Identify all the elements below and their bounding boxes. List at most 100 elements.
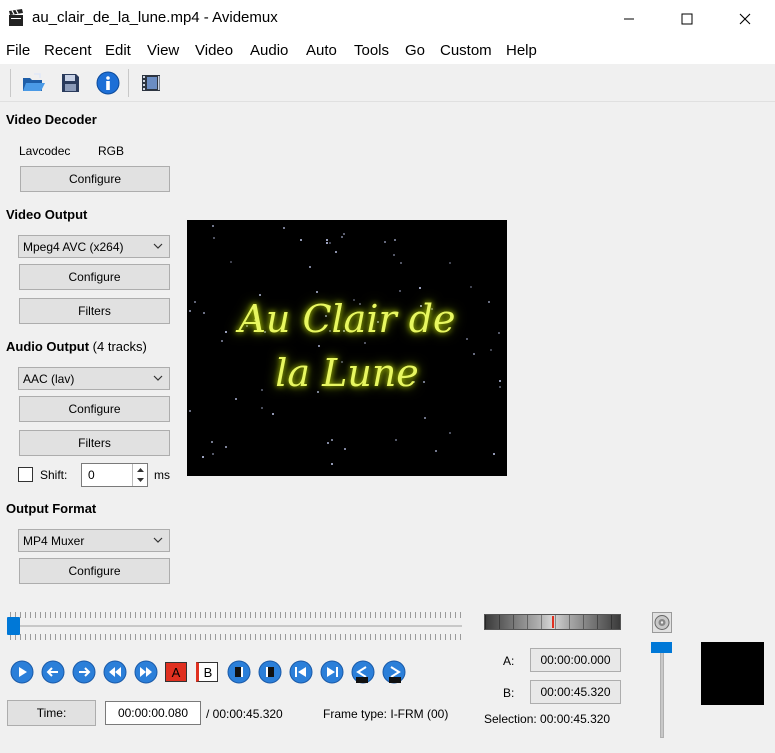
menu-audio[interactable]: Audio xyxy=(250,42,288,59)
toolbar-separator xyxy=(128,69,129,97)
next-frame-button[interactable] xyxy=(72,660,96,684)
save-button[interactable] xyxy=(56,70,84,96)
save-icon xyxy=(62,74,79,92)
info-button[interactable] xyxy=(94,70,122,96)
menu-help[interactable]: Help xyxy=(506,42,537,59)
video-filters-button[interactable]: Filters xyxy=(19,298,170,324)
clapperboard-icon xyxy=(8,9,24,27)
output-format-select[interactable]: MP4 Muxer xyxy=(18,529,170,552)
menu-view[interactable]: View xyxy=(147,42,179,59)
menu-video[interactable]: Video xyxy=(195,42,233,59)
previous-frame-button[interactable] xyxy=(41,660,65,684)
next-keyframe-button[interactable] xyxy=(134,660,158,684)
timeline-ticks-top xyxy=(10,612,462,618)
star xyxy=(331,439,333,441)
skip-forward-icon xyxy=(320,660,344,684)
format-configure-button[interactable]: Configure xyxy=(19,558,170,584)
decoder-configure-button[interactable]: Configure xyxy=(20,166,170,192)
film-button[interactable] xyxy=(137,70,165,96)
video-configure-button[interactable]: Configure xyxy=(19,264,170,290)
info-icon xyxy=(96,71,120,95)
back-minute-icon xyxy=(351,660,375,684)
mini-display xyxy=(701,642,764,705)
back-one-minute-button[interactable] xyxy=(351,660,375,684)
frame-type: Frame type: I-FRM (00) xyxy=(323,707,449,721)
star xyxy=(400,262,402,264)
star xyxy=(300,239,302,241)
preview-title-text: Au Clair de la Lune xyxy=(187,292,507,400)
audio-filters-button[interactable]: Filters xyxy=(19,430,170,456)
goto-start-icon xyxy=(227,660,251,684)
menu-tools[interactable]: Tools xyxy=(354,42,389,59)
menu-go[interactable]: Go xyxy=(405,42,425,59)
audio-toggle-button[interactable] xyxy=(652,612,672,633)
star xyxy=(384,241,386,243)
volume-groove xyxy=(660,652,664,738)
marker-a-time: 00:00:00.000 xyxy=(530,648,621,672)
set-marker-b-button[interactable]: B xyxy=(196,662,218,682)
minimize-icon xyxy=(624,18,634,20)
jog-shuttle[interactable] xyxy=(484,614,621,630)
skip-back-icon xyxy=(289,660,313,684)
menu-edit[interactable]: Edit xyxy=(105,42,131,59)
previous-keyframe-button[interactable] xyxy=(103,660,127,684)
minimize-button[interactable] xyxy=(600,0,658,38)
current-time-input[interactable]: 00:00:00.080 xyxy=(105,701,201,725)
play-button[interactable] xyxy=(10,660,34,684)
shift-checkbox[interactable] xyxy=(18,467,33,482)
menu-file[interactable]: File xyxy=(6,42,30,59)
video-decoder-title: Video Decoder xyxy=(6,112,97,127)
speaker-icon xyxy=(654,615,670,630)
toolbar-separator xyxy=(10,69,11,97)
time-button[interactable]: Time: xyxy=(7,700,96,726)
set-marker-a-button[interactable]: A xyxy=(165,662,187,682)
star xyxy=(435,450,437,452)
timeline-ticks-bottom xyxy=(10,634,462,640)
forward-minute-icon xyxy=(382,660,406,684)
arrow-right-icon xyxy=(72,660,96,684)
goto-marker-a-button[interactable] xyxy=(227,660,251,684)
star xyxy=(394,239,396,241)
shift-value: 0 xyxy=(88,468,95,482)
selection-duration: Selection: 00:00:45.320 xyxy=(484,712,611,726)
audio-codec-select[interactable]: AAC (lav) xyxy=(18,367,170,390)
star xyxy=(202,456,204,458)
jog-shuttle-indicator xyxy=(552,616,554,628)
shift-label: Shift: xyxy=(40,468,68,482)
stepper-arrows-icon xyxy=(137,468,144,482)
star xyxy=(230,261,232,263)
menu-custom[interactable]: Custom xyxy=(440,42,492,59)
shift-unit: ms xyxy=(154,468,170,482)
marker-a-label: A xyxy=(171,664,181,680)
close-button[interactable] xyxy=(716,0,774,38)
forward-one-minute-button[interactable] xyxy=(382,660,406,684)
volume-slider-handle[interactable] xyxy=(651,642,672,653)
star xyxy=(470,286,472,288)
goto-first-frame-button[interactable] xyxy=(289,660,313,684)
output-format-value: MP4 Muxer xyxy=(23,533,85,548)
maximize-button[interactable] xyxy=(658,0,716,38)
open-button[interactable] xyxy=(20,70,48,96)
rewind-icon xyxy=(103,660,127,684)
shift-stepper[interactable] xyxy=(132,464,147,486)
star xyxy=(326,242,328,244)
close-icon xyxy=(739,13,751,25)
star xyxy=(189,410,191,412)
menu-auto[interactable]: Auto xyxy=(306,42,337,59)
star xyxy=(212,453,214,455)
goto-last-frame-button[interactable] xyxy=(320,660,344,684)
star xyxy=(341,236,343,238)
star xyxy=(393,254,395,256)
star xyxy=(449,262,451,264)
preview-line-1: Au Clair de xyxy=(238,297,456,341)
timeline-handle[interactable] xyxy=(7,617,20,635)
chevron-down-icon xyxy=(153,375,163,381)
preview-line-2: la Lune xyxy=(275,351,419,395)
goto-marker-b-button[interactable] xyxy=(258,660,282,684)
audio-configure-button[interactable]: Configure xyxy=(19,396,170,422)
audio-output-title: Audio Output xyxy=(6,339,90,354)
output-format-title: Output Format xyxy=(6,501,97,516)
menu-recent[interactable]: Recent xyxy=(44,42,92,59)
star xyxy=(327,442,329,444)
video-codec-select[interactable]: Mpeg4 AVC (x264) xyxy=(18,235,170,258)
